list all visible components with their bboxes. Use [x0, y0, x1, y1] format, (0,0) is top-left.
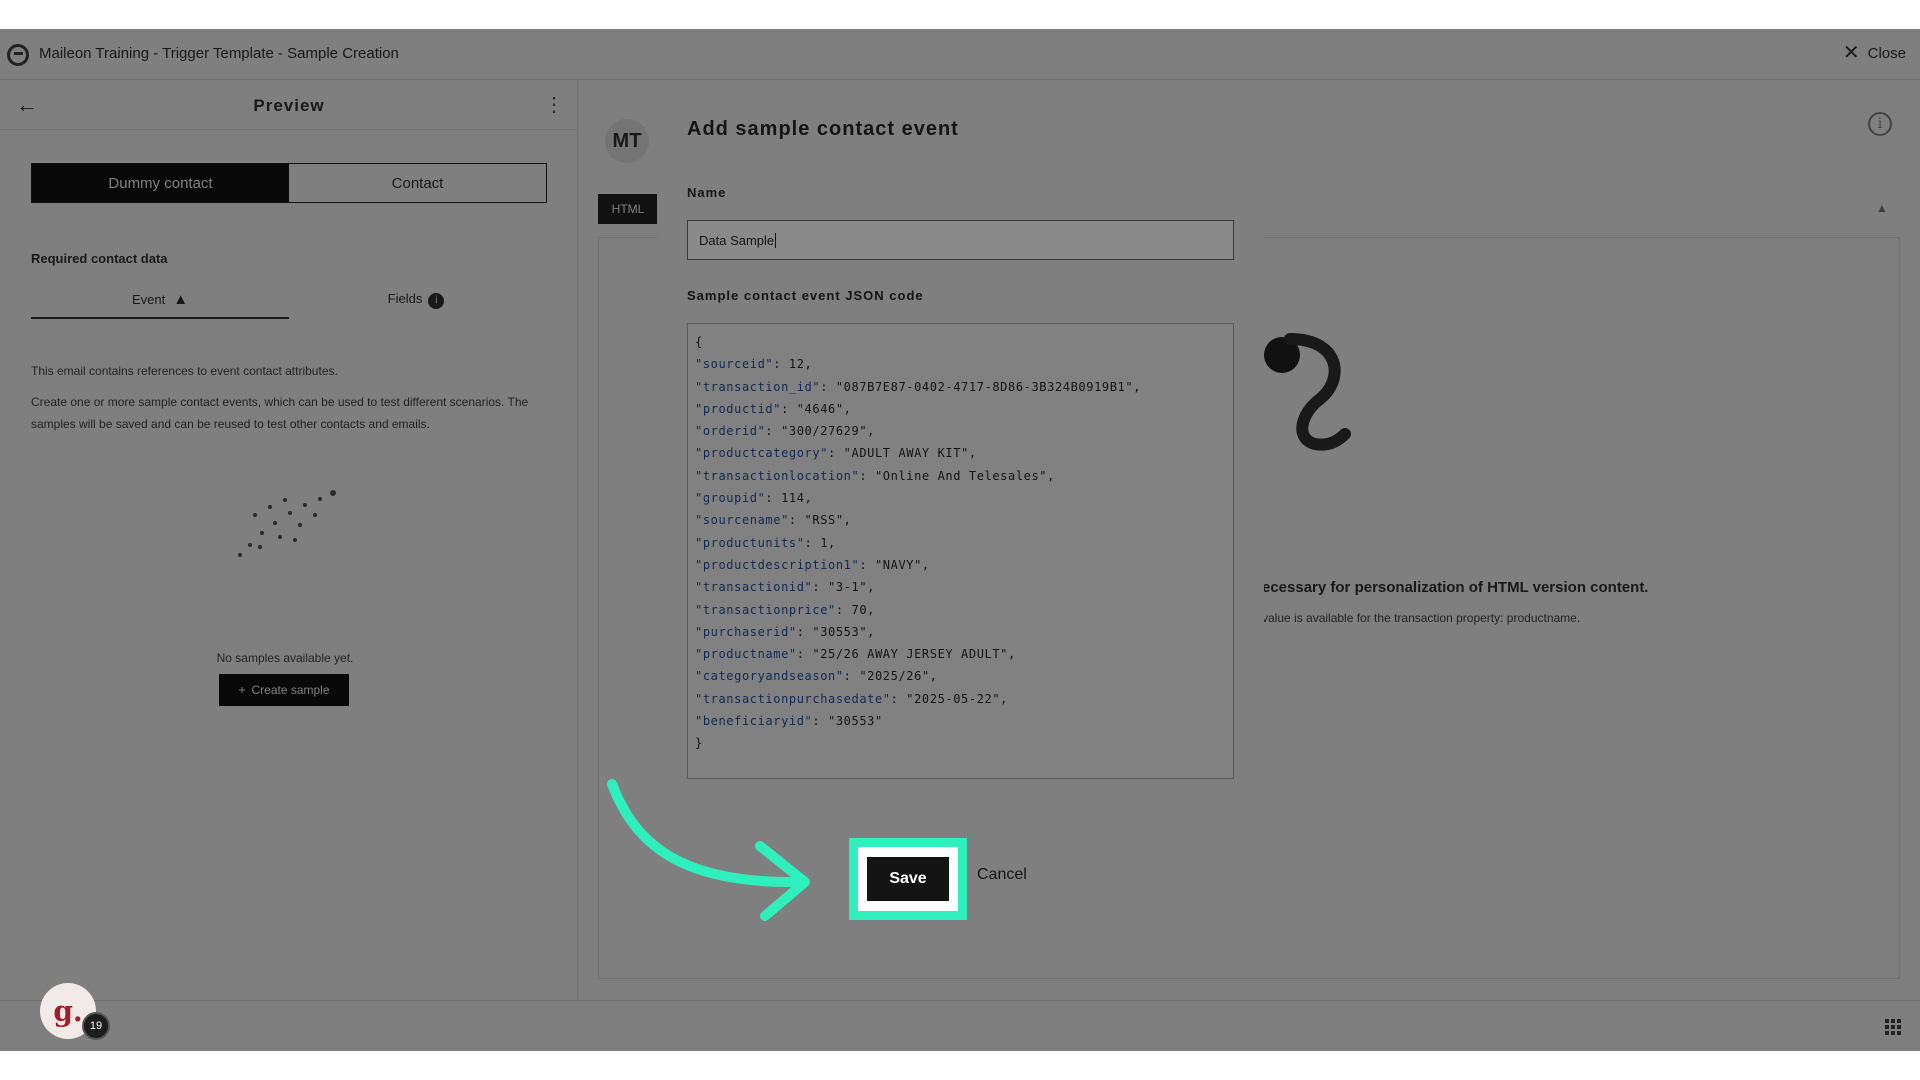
json-value: "Online And Telesales",	[867, 468, 1055, 483]
text-caret	[775, 232, 777, 248]
json-line: "transactionprice": 70,	[695, 599, 1233, 621]
json-value: "2025/26",	[851, 669, 938, 684]
json-colon: :	[796, 624, 805, 639]
json-colon: :	[820, 379, 829, 394]
json-value: "30553"	[820, 714, 883, 729]
json-value: "300/27629",	[773, 424, 875, 439]
json-key: "transaction_id"	[695, 379, 821, 394]
json-colon: :	[788, 513, 797, 528]
callout-arrow-icon	[607, 779, 810, 921]
json-colon: :	[843, 669, 852, 684]
save-highlight-frame: Save	[849, 838, 967, 920]
json-value: "ADULT AWAY KIT",	[835, 446, 977, 461]
json-colon: :	[781, 401, 789, 416]
json-value: 1,	[812, 535, 836, 550]
json-value: "30553",	[804, 624, 875, 639]
json-colon: :	[859, 557, 868, 572]
json-line: "orderid": "300/27629",	[695, 420, 1233, 442]
json-value: 12,	[781, 357, 813, 372]
screen: Maileon Training - Trigger Template - Sa…	[0, 0, 1920, 1080]
name-label: Name	[687, 185, 727, 200]
json-colon: :	[859, 468, 868, 483]
json-brace: }	[695, 736, 703, 751]
json-value: "NAVY",	[867, 557, 930, 572]
json-code-editor[interactable]: {"sourceid": 12, "transaction_id": "087B7…	[687, 323, 1234, 779]
json-key: "orderid"	[695, 424, 766, 439]
json-key: "beneficiaryid"	[695, 714, 813, 729]
name-input[interactable]: Data Sample	[687, 220, 1234, 260]
json-key: "purchaserid"	[695, 624, 797, 639]
json-line: "groupid": 114,	[695, 487, 1233, 509]
json-value: "2025-05-22",	[898, 691, 1008, 706]
json-line: "transactionpurchasedate": "2025-05-22",	[695, 688, 1233, 710]
json-line: "productcategory": "ADULT AWAY KIT",	[695, 442, 1233, 464]
json-colon: :	[796, 647, 805, 662]
json-line: "productname": "25/26 AWAY JERSEY ADULT"…	[695, 643, 1233, 665]
json-brace: {	[695, 335, 703, 349]
notification-badge: 19	[82, 1012, 110, 1040]
json-key: "productname"	[695, 647, 797, 662]
json-colon: :	[835, 602, 844, 617]
json-value: "RSS",	[796, 513, 852, 528]
dialog-title: Add sample contact event	[687, 118, 959, 140]
json-key: "groupid"	[695, 491, 766, 506]
json-line: "beneficiaryid": "30553"	[695, 710, 1233, 732]
json-key: "sourceid"	[695, 357, 774, 372]
json-key: "productcategory"	[695, 446, 829, 461]
json-code-label: Sample contact event JSON code	[687, 288, 924, 303]
json-line: "productdescription1": "NAVY",	[695, 554, 1233, 576]
json-colon: :	[828, 446, 836, 461]
json-value: 114,	[773, 491, 813, 506]
json-value: "25/26 AWAY JERSEY ADULT",	[804, 647, 1016, 662]
json-value: "3-1",	[820, 580, 875, 595]
save-button[interactable]: Save	[867, 857, 949, 901]
json-line: "productunits": 1,	[695, 532, 1233, 554]
json-key: "categoryandseason"	[695, 669, 844, 684]
json-line: "purchaserid": "30553",	[695, 621, 1233, 643]
json-line: "transactionid": "3-1",	[695, 576, 1233, 598]
json-value: "087B7E87-0402-4717-8D86-3B324B0919B1",	[828, 379, 1142, 394]
json-line: "transaction_id": "087B7E87-0402-4717-8D…	[695, 376, 1233, 398]
json-key: "transactionid"	[695, 580, 813, 595]
json-line: "sourcename": "RSS",	[695, 509, 1233, 531]
json-line: "categoryandseason": "2025/26",	[695, 665, 1233, 687]
json-value: 70,	[843, 602, 875, 617]
app-window: Maileon Training - Trigger Template - Sa…	[0, 29, 1920, 1051]
json-key: "productunits"	[695, 535, 805, 550]
json-key: "transactionlocation"	[695, 468, 860, 483]
json-line: {	[695, 331, 1233, 353]
json-line: "productid": "4646",	[695, 398, 1233, 420]
json-key: "transactionpurchasedate"	[695, 691, 891, 706]
json-key: "transactionprice"	[695, 602, 836, 617]
json-line: "sourceid": 12,	[695, 353, 1233, 375]
json-key: "sourcename"	[695, 513, 789, 528]
cancel-button[interactable]: Cancel	[977, 866, 1027, 884]
json-value: "4646",	[788, 401, 852, 416]
json-key: "productdescription1"	[695, 557, 860, 572]
json-line: }	[695, 732, 1233, 754]
json-line: "transactionlocation": "Online And Teles…	[695, 465, 1233, 487]
json-key: "productid"	[695, 401, 782, 416]
name-input-value: Data Sample	[699, 232, 775, 248]
json-colon: :	[773, 357, 782, 372]
